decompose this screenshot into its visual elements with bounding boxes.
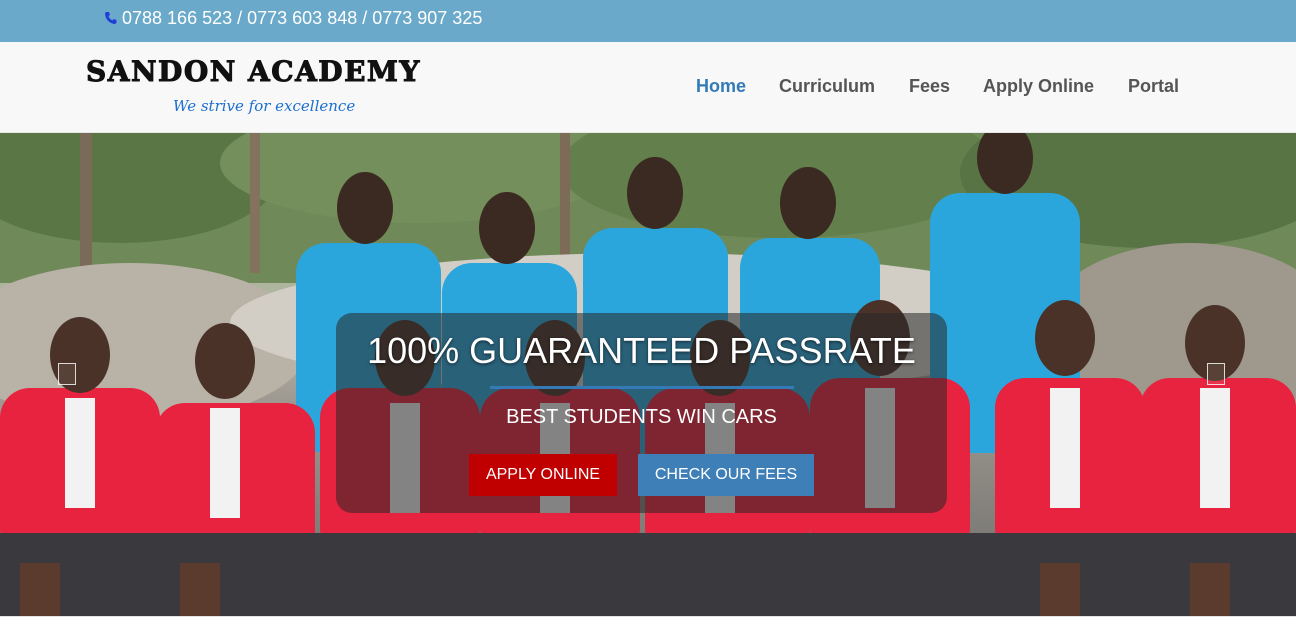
nav-item-fees[interactable]: Fees	[909, 74, 950, 98]
hero-subhead: BEST STUDENTS WIN CARS	[506, 406, 777, 428]
check-fees-button[interactable]: CHECK OUR FEES	[638, 454, 814, 496]
headline-divider	[490, 386, 794, 389]
nav-item-portal[interactable]: Portal	[1128, 74, 1179, 98]
hero-caption: 100% GUARANTEED PASSRATE BEST STUDENTS W…	[336, 313, 947, 513]
phone-contact: 0788 166 523 / 0773 603 848 / 0773 907 3…	[104, 8, 482, 28]
phone-icon	[104, 11, 118, 25]
chevron-left-icon[interactable]	[58, 363, 76, 385]
brand-logo[interactable]: SANDON ACADEMY We strive for excellence	[86, 55, 428, 122]
brand-tagline: We strive for excellence	[173, 97, 356, 115]
nav-item-apply-online[interactable]: Apply Online	[983, 74, 1094, 98]
page-bottom-divider	[0, 616, 1296, 625]
hero-headline: 100% GUARANTEED PASSRATE	[367, 330, 916, 371]
nav-item-home[interactable]: Home	[696, 74, 746, 98]
brand-title: SANDON ACADEMY	[86, 55, 421, 88]
main-navbar: SANDON ACADEMY We strive for excellence …	[0, 42, 1296, 133]
apply-online-button[interactable]: APPLY ONLINE	[469, 454, 617, 496]
top-contact-bar: 0788 166 523 / 0773 603 848 / 0773 907 3…	[0, 0, 1296, 42]
phone-numbers[interactable]: 0788 166 523 / 0773 603 848 / 0773 907 3…	[122, 8, 482, 28]
chevron-right-icon[interactable]	[1207, 363, 1225, 385]
hero-carousel[interactable]: 100% GUARANTEED PASSRATE BEST STUDENTS W…	[0, 133, 1296, 616]
nav-item-curriculum[interactable]: Curriculum	[779, 74, 875, 98]
